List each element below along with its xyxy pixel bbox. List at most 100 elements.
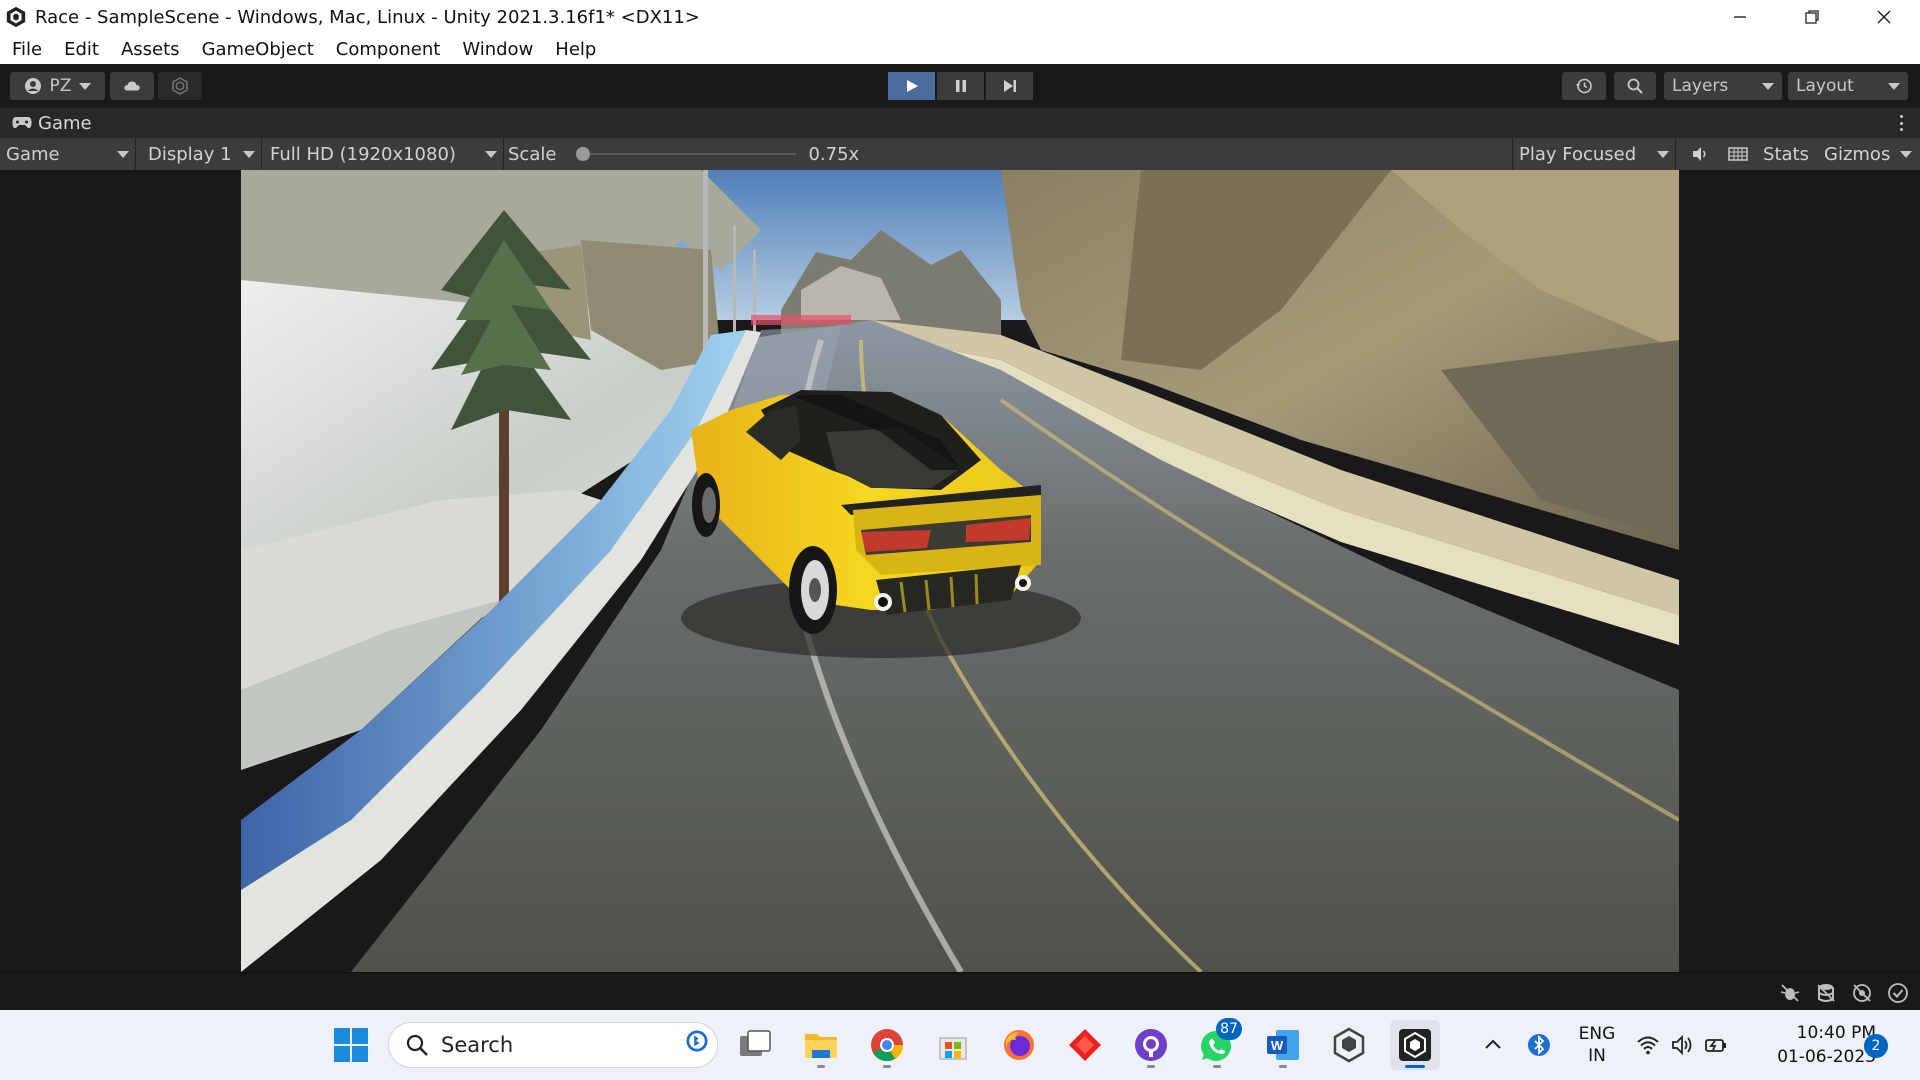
- status-bar: [0, 972, 1920, 1010]
- tab-game-label: Game: [38, 112, 92, 134]
- scale-control: Scale 0.75x: [508, 138, 859, 170]
- layers-dropdown[interactable]: Layers: [1664, 72, 1782, 100]
- play-icon: [906, 80, 918, 92]
- debug-mode-button[interactable]: [1778, 981, 1802, 1005]
- unity-editor-button[interactable]: [1390, 1020, 1440, 1070]
- progress-status-button[interactable]: [1886, 981, 1910, 1005]
- network-button[interactable]: [1850, 981, 1874, 1005]
- chevron-down-icon: [1888, 82, 1900, 90]
- search-button[interactable]: [1614, 72, 1656, 100]
- gizmos-dropdown[interactable]: Gizmos: [1818, 138, 1918, 170]
- close-button[interactable]: [1848, 0, 1920, 34]
- task-view-icon: [740, 1030, 771, 1056]
- pause-icon: [955, 80, 966, 92]
- menu-help[interactable]: Help: [555, 39, 596, 60]
- search-placeholder: Search: [441, 1033, 514, 1057]
- keyboard-shortcuts-button[interactable]: [1720, 138, 1756, 170]
- pause-button[interactable]: [937, 72, 984, 100]
- resolution-label: Full HD (1920x1080): [270, 143, 456, 165]
- chrome-button[interactable]: [862, 1020, 912, 1070]
- more-options-icon[interactable]: [1900, 115, 1904, 131]
- race-scene-image: [241, 170, 1679, 972]
- network-off-icon: [1853, 984, 1871, 1002]
- github-desktop-icon: [1135, 1029, 1167, 1061]
- account-dropdown[interactable]: PZ: [10, 72, 105, 100]
- taskbar-search-box[interactable]: Search: [388, 1022, 718, 1068]
- chevron-down-icon: [1900, 150, 1912, 158]
- play-focus-dropdown[interactable]: Play Focused: [1512, 138, 1676, 170]
- menu-edit[interactable]: Edit: [64, 39, 99, 60]
- word-button[interactable]: W: [1258, 1020, 1308, 1070]
- mute-audio-button[interactable]: [1682, 138, 1718, 170]
- show-hidden-icons-button[interactable]: [1478, 1010, 1508, 1080]
- github-desktop-button[interactable]: [1126, 1020, 1176, 1070]
- tab-game[interactable]: Game: [0, 113, 92, 134]
- scale-slider[interactable]: [576, 147, 797, 161]
- cache-server-button[interactable]: [1814, 981, 1838, 1005]
- word-icon: W: [1267, 1030, 1299, 1060]
- account-icon: [24, 78, 41, 94]
- menu-assets[interactable]: Assets: [121, 39, 180, 60]
- wifi-icon: [1637, 1036, 1659, 1055]
- microsoft-store-button[interactable]: [928, 1020, 978, 1070]
- windows-taskbar: Search 87 W ENG IN 10:40 PM 01-06-2023 2: [0, 1010, 1920, 1080]
- chevron-down-icon: [243, 150, 255, 158]
- undo-history-button[interactable]: [1562, 72, 1606, 100]
- microsoft-store-icon: [939, 1037, 967, 1060]
- scale-slider-handle[interactable]: [576, 147, 591, 161]
- language-code: ENG: [1578, 1024, 1616, 1044]
- clock[interactable]: 10:40 PM 01-06-2023: [1746, 1010, 1876, 1080]
- chevron-down-icon: [1762, 82, 1774, 90]
- step-button[interactable]: [986, 72, 1033, 100]
- layout-dropdown[interactable]: Layout: [1788, 72, 1908, 100]
- task-view-button[interactable]: [730, 1020, 780, 1070]
- unity-hub-button[interactable]: [1324, 1020, 1374, 1070]
- minimize-button[interactable]: [1704, 0, 1776, 34]
- game-viewport[interactable]: [241, 170, 1679, 972]
- collab-icon: [172, 77, 188, 95]
- stats-button[interactable]: Stats: [1760, 138, 1812, 170]
- cloud-button[interactable]: [110, 72, 154, 100]
- scale-label: Scale: [508, 143, 557, 165]
- search-icon: [406, 1034, 428, 1056]
- quick-settings-button[interactable]: [1636, 1010, 1736, 1080]
- menu-file[interactable]: File: [12, 39, 42, 60]
- bluetooth-icon: [1528, 1034, 1550, 1056]
- step-icon: [1003, 80, 1016, 92]
- start-button[interactable]: [326, 1020, 376, 1070]
- minimize-icon: [1734, 16, 1746, 18]
- view-mode-dropdown[interactable]: Game: [0, 138, 136, 170]
- file-explorer-icon: [805, 1034, 837, 1058]
- chrome-icon: [871, 1029, 904, 1062]
- check-circle-icon: [1888, 983, 1908, 1003]
- bluetooth-tray-button[interactable]: [1524, 1010, 1554, 1080]
- firefox-button[interactable]: [994, 1020, 1044, 1070]
- whatsapp-badge: 87: [1216, 1018, 1242, 1040]
- git-icon: [1069, 1029, 1101, 1061]
- game-tab-bar: Game: [0, 108, 1920, 138]
- history-icon: [1576, 78, 1592, 94]
- cloud-icon: [124, 81, 140, 91]
- svg-text:W: W: [1271, 1038, 1284, 1053]
- whatsapp-button[interactable]: 87: [1192, 1018, 1242, 1070]
- menu-window[interactable]: Window: [462, 39, 533, 60]
- layers-label: Layers: [1672, 76, 1729, 96]
- file-explorer-button[interactable]: [796, 1020, 846, 1070]
- menu-component[interactable]: Component: [336, 39, 441, 60]
- notification-count-badge[interactable]: 2: [1864, 1034, 1888, 1058]
- search-icon: [1627, 78, 1643, 94]
- unity-hub-icon: [1333, 1027, 1365, 1063]
- restore-button[interactable]: [1776, 0, 1848, 34]
- firefox-icon: [1004, 1030, 1034, 1060]
- bing-icon: [686, 1030, 708, 1052]
- resolution-dropdown[interactable]: Full HD (1920x1080): [264, 138, 504, 170]
- main-toolbar: PZ Layers Layout: [0, 64, 1920, 108]
- menu-gameobject[interactable]: GameObject: [202, 39, 314, 60]
- git-button[interactable]: [1060, 1020, 1110, 1070]
- account-label: PZ: [49, 76, 72, 96]
- display-dropdown[interactable]: Display 1: [142, 138, 262, 170]
- collab-button[interactable]: [158, 72, 202, 100]
- title-bar: Race - SampleScene - Windows, Mac, Linux…: [0, 0, 1920, 34]
- play-button[interactable]: [888, 72, 935, 100]
- language-indicator[interactable]: ENG IN: [1572, 1010, 1622, 1080]
